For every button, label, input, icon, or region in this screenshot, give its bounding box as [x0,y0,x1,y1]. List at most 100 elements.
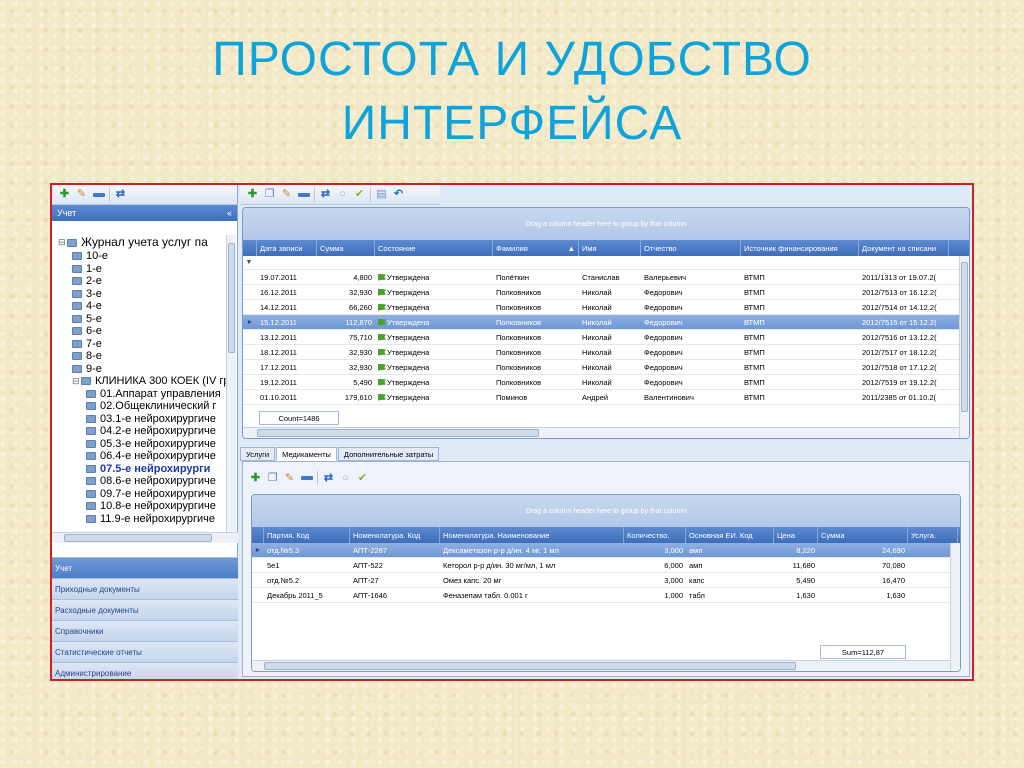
table-cell: 3,000 [664,545,683,555]
filter-icon[interactable]: ▼ [243,256,255,269]
tree-node[interactable]: ⊟ КЛИНИКА 300 КОЕК (IV гр [52,375,238,388]
tree-node[interactable]: 3-е [52,288,238,301]
column-header[interactable]: Цена [774,527,818,543]
tree-node[interactable]: 7-е [52,338,238,351]
table-row[interactable]: 17.12.2011 32,930 Утверждена Полковников Ник… [243,360,969,375]
table-row[interactable]: отд.№5.2 АПТ-27 Омез капс. 20 мг 3,000 капс 5… [252,573,960,588]
tree-node[interactable]: 07.5-е нейрохирурги [52,463,238,476]
tree-node[interactable]: 10.8-е нейрохирургиче [52,500,238,513]
tree-vertical-scrollbar[interactable] [226,235,236,533]
tree-node[interactable]: 02.Общеклинический г [52,400,238,413]
column-header[interactable]: Номенклатура. Наименование [440,527,624,543]
table-row[interactable]: 5е1 АПТ-522 Кеторол р-р д/ин. 30 мг/мл, 1 … [252,558,960,573]
main-vertical-scrollbar[interactable] [959,256,969,438]
edit-icon[interactable]: ✎ [280,188,293,201]
tree-node[interactable]: 09.7-е нейрохирургиче [52,488,238,501]
column-header[interactable]: Дата записи [257,240,317,256]
filter-row[interactable]: ▼ [243,256,969,270]
nav-item[interactable]: Статистические отчеты [52,641,238,662]
table-row[interactable]: 16.12.2011 32,930 Утверждена Полковников Ник… [243,285,969,300]
add-icon[interactable]: ✚ [249,472,262,485]
tree-node[interactable]: 03.1-е нейрохирургиче [52,413,238,426]
copy-icon[interactable]: ❐ [263,188,276,201]
table-row[interactable]: ► 15.12.2011 112,870 Утверждена Полковников Н… [243,315,969,330]
tree-node[interactable]: 08.6-е нейрохирургиче [52,475,238,488]
delete-icon[interactable] [92,188,105,201]
add-icon[interactable]: ✚ [58,188,71,201]
column-header[interactable]: Состояние [375,240,493,256]
comment-icon[interactable]: ○ [339,472,352,485]
nav-item[interactable]: Расходные документы [52,599,238,620]
tree-node[interactable]: 04.2-е нейрохирургиче [52,425,238,438]
edit-icon[interactable]: ✎ [283,472,296,485]
tree-node[interactable]: 8-е [52,350,238,363]
main-horizontal-scrollbar[interactable] [243,427,961,438]
tree-node[interactable]: 01.Аппарат управления [52,388,238,401]
scroll-thumb[interactable] [257,429,539,437]
column-header[interactable]: Фамилия ▲ [493,240,579,256]
tab-1[interactable]: Услуги [240,447,276,461]
edit-icon[interactable]: ✎ [75,188,88,201]
copy-icon[interactable]: ❐ [266,472,279,485]
table-row[interactable]: 19.07.2011 4,800 Утверждена Полёткин Станисл… [243,270,969,285]
undo-icon[interactable]: ↶ [392,188,405,201]
scroll-thumb[interactable] [64,534,212,542]
tree-node[interactable]: 06.4-е нейрохирургиче [52,450,238,463]
nav-item[interactable]: Справочники [52,620,238,641]
tree-node[interactable]: 6-е [52,325,238,338]
column-header[interactable]: Номенклатура. Код [350,527,440,543]
column-header[interactable]: Документ на списани [859,240,949,256]
column-header[interactable]: Имя [579,240,641,256]
column-header[interactable]: Отчество [641,240,741,256]
column-header[interactable]: Источник финансирования [741,240,859,256]
table-row[interactable]: ► отд.№5.3 АПТ-2287 Дексаметазон р-р д/ин. … [252,543,960,558]
column-header[interactable]: Услуга. [908,527,958,543]
detail-horizontal-scrollbar[interactable] [252,660,952,671]
refresh-icon[interactable]: ⇄ [319,188,332,201]
delete-icon[interactable] [297,188,310,201]
table-row[interactable]: Декабрь 2011_5 АПТ-1646 Феназепам табл. 0.… [252,588,960,603]
table-row[interactable]: 18.12.2011 32,930 Утверждена Полковников Ник… [243,345,969,360]
table-row[interactable]: 14.12.2011 66,260 Утверждена Полковников Ник… [243,300,969,315]
expand-toggle-icon[interactable]: ⊟ [58,236,67,249]
collapse-icon[interactable]: « [227,208,232,218]
document-icon[interactable]: ▤ [375,188,388,201]
tree-node[interactable]: 1-е [52,263,238,276]
scroll-thumb[interactable] [228,243,235,353]
table-row[interactable]: 13.12.2011 75,710 Утверждена Полковников Ник… [243,330,969,345]
tree-node[interactable]: 10-е [52,250,238,263]
delete-icon[interactable] [300,472,313,485]
column-header[interactable]: Сумма [317,240,375,256]
add-icon[interactable]: ✚ [246,188,259,201]
column-header[interactable]: Основная ЕИ. Код [686,527,774,543]
table-row[interactable]: 01.10.2011 179,610 Утверждена Поминов Андрей… [243,390,969,405]
detail-vertical-scrollbar[interactable] [950,543,960,671]
scroll-thumb[interactable] [961,262,968,412]
refresh-icon[interactable]: ⇄ [322,472,335,485]
tree-node[interactable]: 5-е [52,313,238,326]
tree-node[interactable]: 4-е [52,300,238,313]
nav-item[interactable]: Учет [52,557,238,578]
tree-node[interactable]: 9-е [52,363,238,376]
tree-horizontal-scrollbar[interactable] [52,532,238,543]
nav-item[interactable]: Приходные документы [52,578,238,599]
expand-toggle-icon[interactable]: ⊟ [72,375,81,388]
column-header[interactable]: Сумма [818,527,908,543]
group-by-area[interactable]: Drag a column header here to group by th… [252,495,960,527]
column-header[interactable]: Количество. [624,527,686,543]
tree-node[interactable]: ⊟ Журнал учета услуг па [52,235,238,250]
refresh-icon[interactable]: ⇄ [114,188,127,201]
approve-icon[interactable]: ✔ [356,472,369,485]
table-row[interactable]: 19.12.2011 5,490 Утверждена Полковников Нико… [243,375,969,390]
column-header[interactable]: Партия. Код [264,527,350,543]
nav-item[interactable]: Администрирование [52,662,238,679]
comment-icon[interactable]: ○ [336,188,349,201]
tree-node[interactable]: 2-е [52,275,238,288]
tab-2[interactable]: Медикаменты [276,447,337,461]
tab-3[interactable]: Дополнительные затраты [337,447,440,461]
group-by-area[interactable]: Drag a column header here to group by th… [243,208,969,240]
tree-node[interactable]: 05.3-е нейрохирургиче [52,438,238,451]
scroll-thumb[interactable] [264,662,796,670]
tree-node[interactable]: 11.9-е нейрохирургиче [52,513,238,526]
approve-icon[interactable]: ✔ [353,188,366,201]
